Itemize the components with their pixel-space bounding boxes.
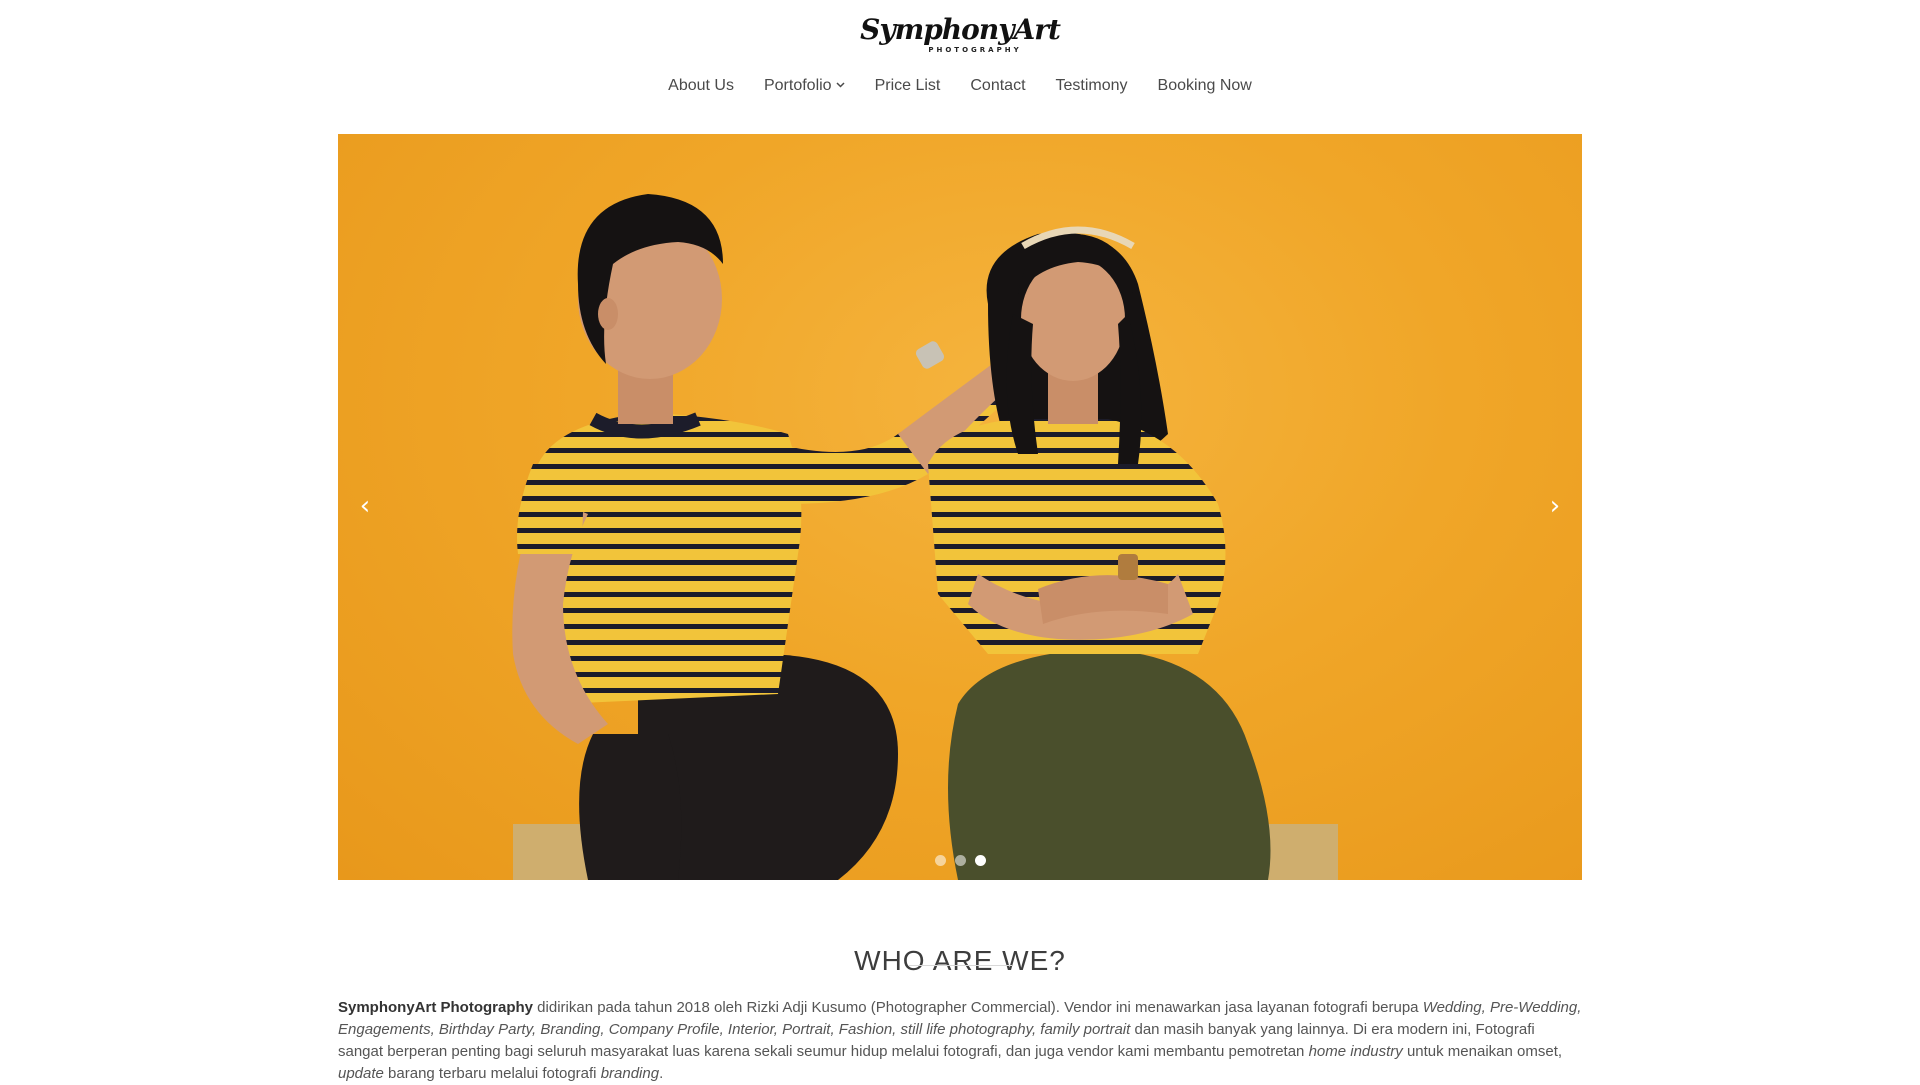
hero-photo — [512, 194, 1338, 880]
carousel-dot-3[interactable] — [974, 855, 986, 866]
nav-label: Price List — [874, 77, 941, 94]
about-text: didirikan pada tahun 2018 oleh Rizki Adj… — [533, 999, 1423, 1016]
about-text: . — [659, 1065, 664, 1082]
logo-script: SymphonyArt — [860, 13, 1061, 46]
nav-contact[interactable]: Contact — [955, 74, 1040, 98]
hero-carousel[interactable]: ‹ › — [338, 134, 1582, 880]
title-divider — [908, 965, 1012, 966]
nav-label: Contact — [970, 77, 1026, 94]
carousel-dot-1[interactable] — [934, 855, 946, 866]
main-nav: About Us Portofolio Price List Contact T… — [0, 74, 1920, 98]
nav-label: Testimony — [1055, 77, 1128, 94]
about-paragraph: SymphonyArt Photography didirikan pada t… — [338, 997, 1582, 1085]
nav-testimony[interactable]: Testimony — [1041, 74, 1143, 98]
logo-subtitle: PHOTOGRAPHY — [928, 46, 1022, 54]
nav-booking-now[interactable]: Booking Now — [1143, 74, 1267, 98]
chevron-right-icon: › — [1549, 491, 1561, 521]
about-text: barang terbaru melalui fotografi — [383, 1065, 601, 1082]
about-text: untuk menaikan omset, — [1402, 1043, 1563, 1060]
carousel-next-button[interactable]: › — [1538, 489, 1572, 523]
nav-label: Booking Now — [1157, 77, 1252, 94]
nav-price-list[interactable]: Price List — [860, 74, 956, 98]
about-italic: update — [338, 1065, 384, 1082]
carousel-prev-button[interactable]: ‹ — [348, 489, 382, 523]
nav-about-us[interactable]: About Us — [653, 74, 749, 98]
carousel-indicators — [338, 855, 1582, 866]
about-italic: home industry — [1308, 1043, 1403, 1060]
brand-name: SymphonyArt Photography — [338, 999, 534, 1016]
chevron-down-icon — [836, 74, 845, 98]
nav-portofolio[interactable]: Portofolio — [749, 74, 860, 98]
about-italic: branding — [600, 1065, 660, 1082]
chevron-left-icon: ‹ — [359, 491, 371, 521]
section-title: WHO ARE WE? — [854, 945, 1066, 977]
carousel-dot-2[interactable] — [954, 855, 966, 866]
brand-logo[interactable]: SymphonyArt PHOTOGRAPHY — [0, 14, 1920, 55]
nav-label: About Us — [668, 77, 734, 94]
nav-label: Portofolio — [763, 77, 832, 94]
